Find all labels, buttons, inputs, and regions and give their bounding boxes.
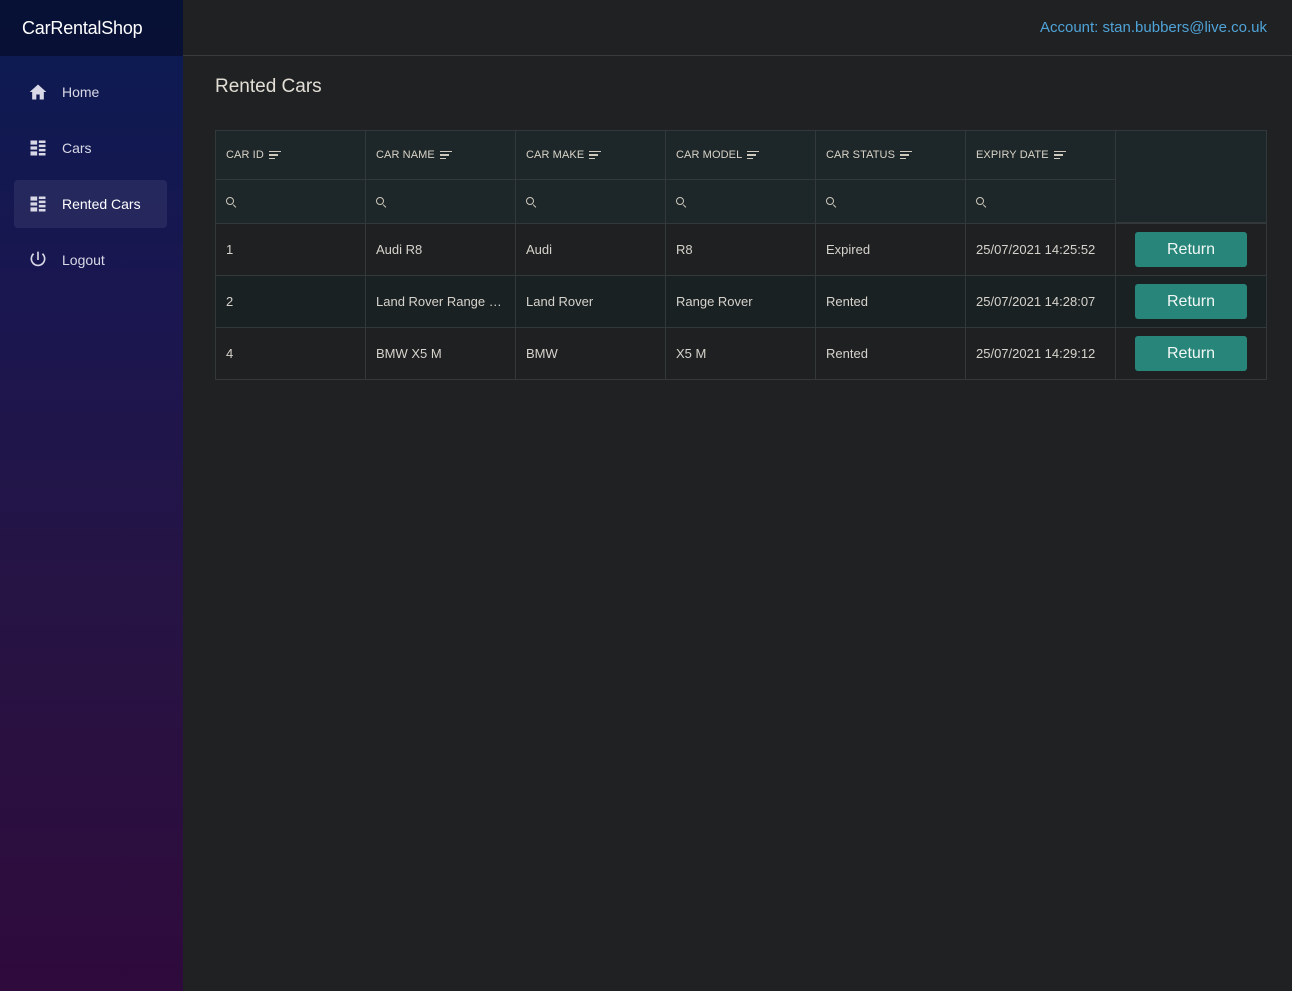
column-header-label: EXPIRY DATE [976, 149, 1049, 161]
search-icon [226, 196, 236, 207]
sidebar-item-label: Home [62, 84, 100, 100]
rented-cars-grid: CAR ID CAR NAME CAR MAKE CAR MODEL CAR S… [215, 130, 1267, 380]
cell-car-id: 2 [216, 276, 366, 327]
page-title: Rented Cars [215, 76, 322, 97]
sidebar: CarRentalShop Home Cars Rented Cars Logo… [0, 0, 183, 991]
app-root: CarRentalShop Home Cars Rented Cars Logo… [0, 0, 1292, 991]
filter-cell-car-status [816, 180, 966, 223]
return-button[interactable]: Return [1135, 284, 1247, 319]
filter-input-car-status[interactable] [840, 194, 960, 209]
column-header-label: CAR MAKE [526, 149, 585, 161]
filter-cell-car-model [666, 180, 816, 223]
filter-input-car-model[interactable] [690, 194, 810, 209]
column-header-car-make[interactable]: CAR MAKE [516, 131, 666, 179]
sidebar-item-cars[interactable]: Cars [14, 124, 167, 172]
cell-car-model: R8 [666, 224, 816, 275]
column-header-car-id[interactable]: CAR ID [216, 131, 366, 179]
list-icon [28, 138, 48, 158]
cell-car-name: Audi R8 [366, 224, 516, 275]
filter-cell-car-id [216, 180, 366, 223]
column-header-car-status[interactable]: CAR STATUS [816, 131, 966, 179]
table-row: 1 Audi R8 Audi R8 Expired 25/07/2021 14:… [216, 223, 1266, 275]
table-row: 4 BMW X5 M BMW X5 M Rented 25/07/2021 14… [216, 327, 1266, 379]
grid-header: CAR ID CAR NAME CAR MAKE CAR MODEL CAR S… [216, 131, 1266, 223]
list-icon [28, 194, 48, 214]
sidebar-item-home[interactable]: Home [14, 68, 167, 116]
brand-bar: CarRentalShop [0, 0, 183, 56]
cell-expiry-date: 25/07/2021 14:25:52 [966, 224, 1116, 275]
sort-icon[interactable] [900, 150, 913, 160]
filter-input-car-id[interactable] [240, 194, 360, 209]
column-header-car-name[interactable]: CAR NAME [366, 131, 516, 179]
sidebar-item-label: Rented Cars [62, 196, 141, 212]
sort-icon[interactable] [589, 150, 602, 160]
column-header-label: CAR MODEL [676, 149, 743, 161]
cell-action: Return [1116, 224, 1266, 275]
sidebar-item-rented-cars[interactable]: Rented Cars [14, 180, 167, 228]
cell-car-make: Land Rover [516, 276, 666, 327]
grid-header-columns: CAR ID CAR NAME CAR MAKE CAR MODEL CAR S… [216, 131, 1116, 223]
sidebar-item-label: Cars [62, 140, 92, 156]
cell-car-name: Land Rover Range Rover [366, 276, 516, 327]
column-header-expiry-date[interactable]: EXPIRY DATE [966, 131, 1116, 179]
filter-input-car-make[interactable] [540, 194, 660, 209]
cell-car-status: Rented [816, 328, 966, 379]
action-column-header [1116, 131, 1266, 223]
filter-cell-car-name [366, 180, 516, 223]
brand-title[interactable]: CarRentalShop [22, 18, 143, 39]
cell-car-model: Range Rover [666, 276, 816, 327]
cell-car-status: Rented [816, 276, 966, 327]
search-icon [976, 196, 986, 207]
cell-car-name: BMW X5 M [366, 328, 516, 379]
cell-car-make: BMW [516, 328, 666, 379]
home-icon [28, 82, 48, 102]
sort-icon[interactable] [439, 150, 452, 160]
filter-input-car-name[interactable] [390, 194, 510, 209]
header-row: CAR ID CAR NAME CAR MAKE CAR MODEL CAR S… [216, 131, 1116, 180]
top-bar: Account: stan.bubbers@live.co.uk [183, 0, 1292, 56]
sort-icon[interactable] [1053, 150, 1066, 160]
cell-action: Return [1116, 276, 1266, 327]
cell-expiry-date: 25/07/2021 14:28:07 [966, 276, 1116, 327]
column-header-label: CAR ID [226, 149, 264, 161]
table-row: 2 Land Rover Range Rover Land Rover Rang… [216, 275, 1266, 327]
main-content: Rented Cars CAR ID CAR NAME CAR MAKE CAR… [215, 56, 1267, 380]
column-header-car-model[interactable]: CAR MODEL [666, 131, 816, 179]
sidebar-item-label: Logout [62, 252, 105, 268]
filter-row [216, 180, 1116, 223]
cell-car-id: 1 [216, 224, 366, 275]
cell-action: Return [1116, 328, 1266, 379]
cell-car-status: Expired [816, 224, 966, 275]
return-button[interactable]: Return [1135, 336, 1247, 371]
sidebar-item-logout[interactable]: Logout [14, 236, 167, 284]
sidebar-nav: Home Cars Rented Cars Logout [0, 56, 183, 284]
search-icon [676, 196, 686, 207]
filter-cell-car-make [516, 180, 666, 223]
return-button[interactable]: Return [1135, 232, 1247, 267]
search-icon [376, 196, 386, 207]
filter-cell-expiry-date [966, 180, 1116, 223]
cell-car-model: X5 M [666, 328, 816, 379]
cell-car-id: 4 [216, 328, 366, 379]
sort-icon[interactable] [747, 150, 760, 160]
cell-expiry-date: 25/07/2021 14:29:12 [966, 328, 1116, 379]
filter-input-expiry-date[interactable] [990, 194, 1110, 209]
power-icon [28, 250, 48, 270]
search-icon [826, 196, 836, 207]
account-link[interactable]: Account: stan.bubbers@live.co.uk [1040, 19, 1267, 36]
search-icon [526, 196, 536, 207]
cell-car-make: Audi [516, 224, 666, 275]
sort-icon[interactable] [268, 150, 281, 160]
column-header-label: CAR NAME [376, 149, 435, 161]
column-header-label: CAR STATUS [826, 149, 896, 161]
